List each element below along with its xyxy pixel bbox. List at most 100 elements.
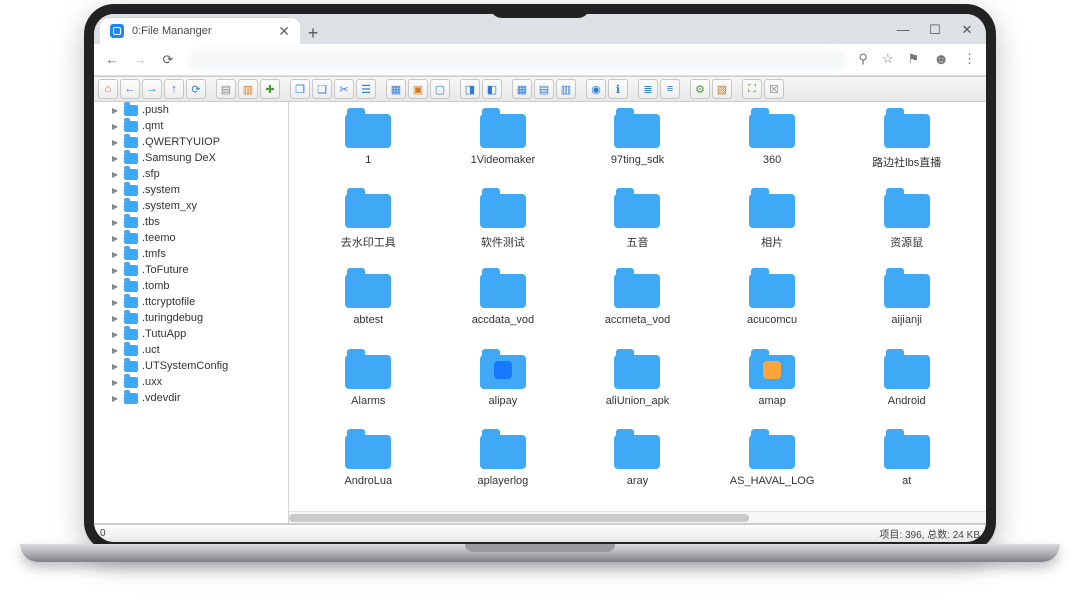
reload-icon[interactable]: ⟳: [186, 79, 206, 99]
about-icon[interactable]: ▧: [712, 79, 732, 99]
search-icon[interactable]: ⚲: [858, 51, 868, 68]
folder-item[interactable]: 360: [705, 108, 840, 184]
folder-item[interactable]: 资源鼠: [839, 188, 974, 264]
tree-item[interactable]: ▶.uct: [94, 342, 288, 358]
tree-item[interactable]: ▶.turingdebug: [94, 310, 288, 326]
tree-item-label: .uct: [142, 344, 160, 356]
open-file-icon[interactable]: ▥: [238, 79, 258, 99]
folder-item[interactable]: accmeta_vod: [570, 268, 705, 344]
tree-item[interactable]: ▶.system_xy: [94, 198, 288, 214]
tree-item[interactable]: ▶.push: [94, 102, 288, 118]
folder-grid[interactable]: 11Videomaker97ting_sdk360路边社lbs直播去水印工具软件…: [289, 102, 986, 511]
tag-icon[interactable]: ⚑: [908, 51, 920, 68]
folder-item[interactable]: AndroLua: [301, 429, 436, 505]
folder-item[interactable]: amap: [705, 349, 840, 425]
clipboard-icon[interactable]: ☰: [356, 79, 376, 99]
new-tab-button[interactable]: +: [300, 23, 326, 44]
tree-item-label: .tomb: [142, 280, 170, 292]
tree-item[interactable]: ▶.tomb: [94, 278, 288, 294]
tree-item[interactable]: ▶.ttcryptofile: [94, 294, 288, 310]
tree-item[interactable]: ▶.tbs: [94, 214, 288, 230]
folder-item[interactable]: AS_HAVAL_LOG: [705, 429, 840, 505]
tree-item[interactable]: ▶.system: [94, 182, 288, 198]
close-icon[interactable]: ☒: [764, 79, 784, 99]
folder-icon: [124, 105, 138, 116]
window-close-button[interactable]: ✕: [960, 22, 974, 38]
folder-item[interactable]: 路边社lbs直播: [839, 108, 974, 184]
nav-back-button[interactable]: ←: [104, 52, 120, 67]
panel-right-icon[interactable]: ◧: [482, 79, 502, 99]
nav-reload-button[interactable]: ⟳: [160, 52, 176, 68]
tree-item[interactable]: ▶.ToFuture: [94, 262, 288, 278]
new-file-icon[interactable]: ▤: [216, 79, 236, 99]
nav-forward-button[interactable]: →: [132, 52, 148, 67]
folder-item[interactable]: 97ting_sdk: [570, 108, 705, 184]
horizontal-scrollbar[interactable]: [289, 511, 986, 523]
info-icon[interactable]: ℹ: [608, 79, 628, 99]
window-maximize-button[interactable]: ☐: [928, 22, 942, 38]
tree-item[interactable]: ▶.uxx: [94, 374, 288, 390]
fullscreen-icon[interactable]: ⛶: [742, 79, 762, 99]
tree-item[interactable]: ▶.tmfs: [94, 246, 288, 262]
tree-item[interactable]: ▶.TutuApp: [94, 326, 288, 342]
folder-item[interactable]: Android: [839, 349, 974, 425]
folder-item[interactable]: Alarms: [301, 349, 436, 425]
folder-item[interactable]: 相片: [705, 188, 840, 264]
folder-item[interactable]: aray: [570, 429, 705, 505]
folder-item[interactable]: at: [839, 429, 974, 505]
tree-item[interactable]: ▶.UTSystemConfig: [94, 358, 288, 374]
tree-caret-icon: ▶: [112, 186, 120, 195]
home-icon[interactable]: ⌂: [98, 79, 118, 99]
sidebar-tree[interactable]: ▶.push▶.qmt▶.QWERTYUIOP▶.Samsung DeX▶.sf…: [94, 102, 289, 523]
save-icon[interactable]: ✚: [260, 79, 280, 99]
folder-icon: [124, 217, 138, 228]
folder-item[interactable]: abtest: [301, 268, 436, 344]
bookmark-icon[interactable]: ☆: [882, 51, 894, 68]
browser-tab[interactable]: 0:File Mananger ✕: [100, 18, 300, 44]
unselect-icon[interactable]: ▢: [430, 79, 450, 99]
tree-caret-icon: ▶: [112, 298, 120, 307]
status-right: 项目: 396, 总数: 24 KB: [879, 526, 980, 541]
tree-item[interactable]: ▶.sfp: [94, 166, 288, 182]
folder-item[interactable]: aijianji: [839, 268, 974, 344]
forward-icon[interactable]: →: [142, 79, 162, 99]
tree-item[interactable]: ▶.Samsung DeX: [94, 150, 288, 166]
back-icon[interactable]: ←: [120, 79, 140, 99]
folder-item[interactable]: acucomcu: [705, 268, 840, 344]
folder-item[interactable]: 1: [301, 108, 436, 184]
folder-icon: [124, 169, 138, 180]
filter-icon[interactable]: ≡: [660, 79, 680, 99]
tree-item[interactable]: ▶.QWERTYUIOP: [94, 134, 288, 150]
tree-item-label: .vdevdir: [142, 392, 181, 404]
folder-item[interactable]: aplayerlog: [436, 429, 571, 505]
view-tree-icon[interactable]: ▥: [556, 79, 576, 99]
folder-item[interactable]: alipay: [436, 349, 571, 425]
folder-item[interactable]: aliUnion_apk: [570, 349, 705, 425]
profile-icon[interactable]: ☻: [933, 51, 949, 68]
folder-item[interactable]: 去水印工具: [301, 188, 436, 264]
copy-icon[interactable]: ❐: [290, 79, 310, 99]
address-input[interactable]: [188, 49, 846, 71]
select-all-icon[interactable]: ▦: [386, 79, 406, 99]
view-list-icon[interactable]: ▤: [534, 79, 554, 99]
folder-item[interactable]: 五音: [570, 188, 705, 264]
menu-icon[interactable]: ⋮: [963, 51, 976, 68]
folder-item[interactable]: 1Videomaker: [436, 108, 571, 184]
window-minimize-button[interactable]: —: [896, 22, 910, 38]
up-icon[interactable]: ↑: [164, 79, 184, 99]
folder-label: aijianji: [891, 314, 922, 326]
tree-item[interactable]: ▶.teemo: [94, 230, 288, 246]
view-icons-icon[interactable]: ▦: [512, 79, 532, 99]
tab-close-icon[interactable]: ✕: [278, 23, 290, 40]
folder-item[interactable]: accdata_vod: [436, 268, 571, 344]
sort-icon[interactable]: ≣: [638, 79, 658, 99]
tree-item[interactable]: ▶.qmt: [94, 118, 288, 134]
folder-item[interactable]: 软件测试: [436, 188, 571, 264]
settings-icon[interactable]: ⚙: [690, 79, 710, 99]
delete-icon[interactable]: ▣: [408, 79, 428, 99]
panel-left-icon[interactable]: ◨: [460, 79, 480, 99]
tree-item[interactable]: ▶.vdevdir: [94, 390, 288, 406]
paste-icon[interactable]: ❏: [312, 79, 332, 99]
preview-icon[interactable]: ◉: [586, 79, 606, 99]
cut-icon[interactable]: ✂: [334, 79, 354, 99]
